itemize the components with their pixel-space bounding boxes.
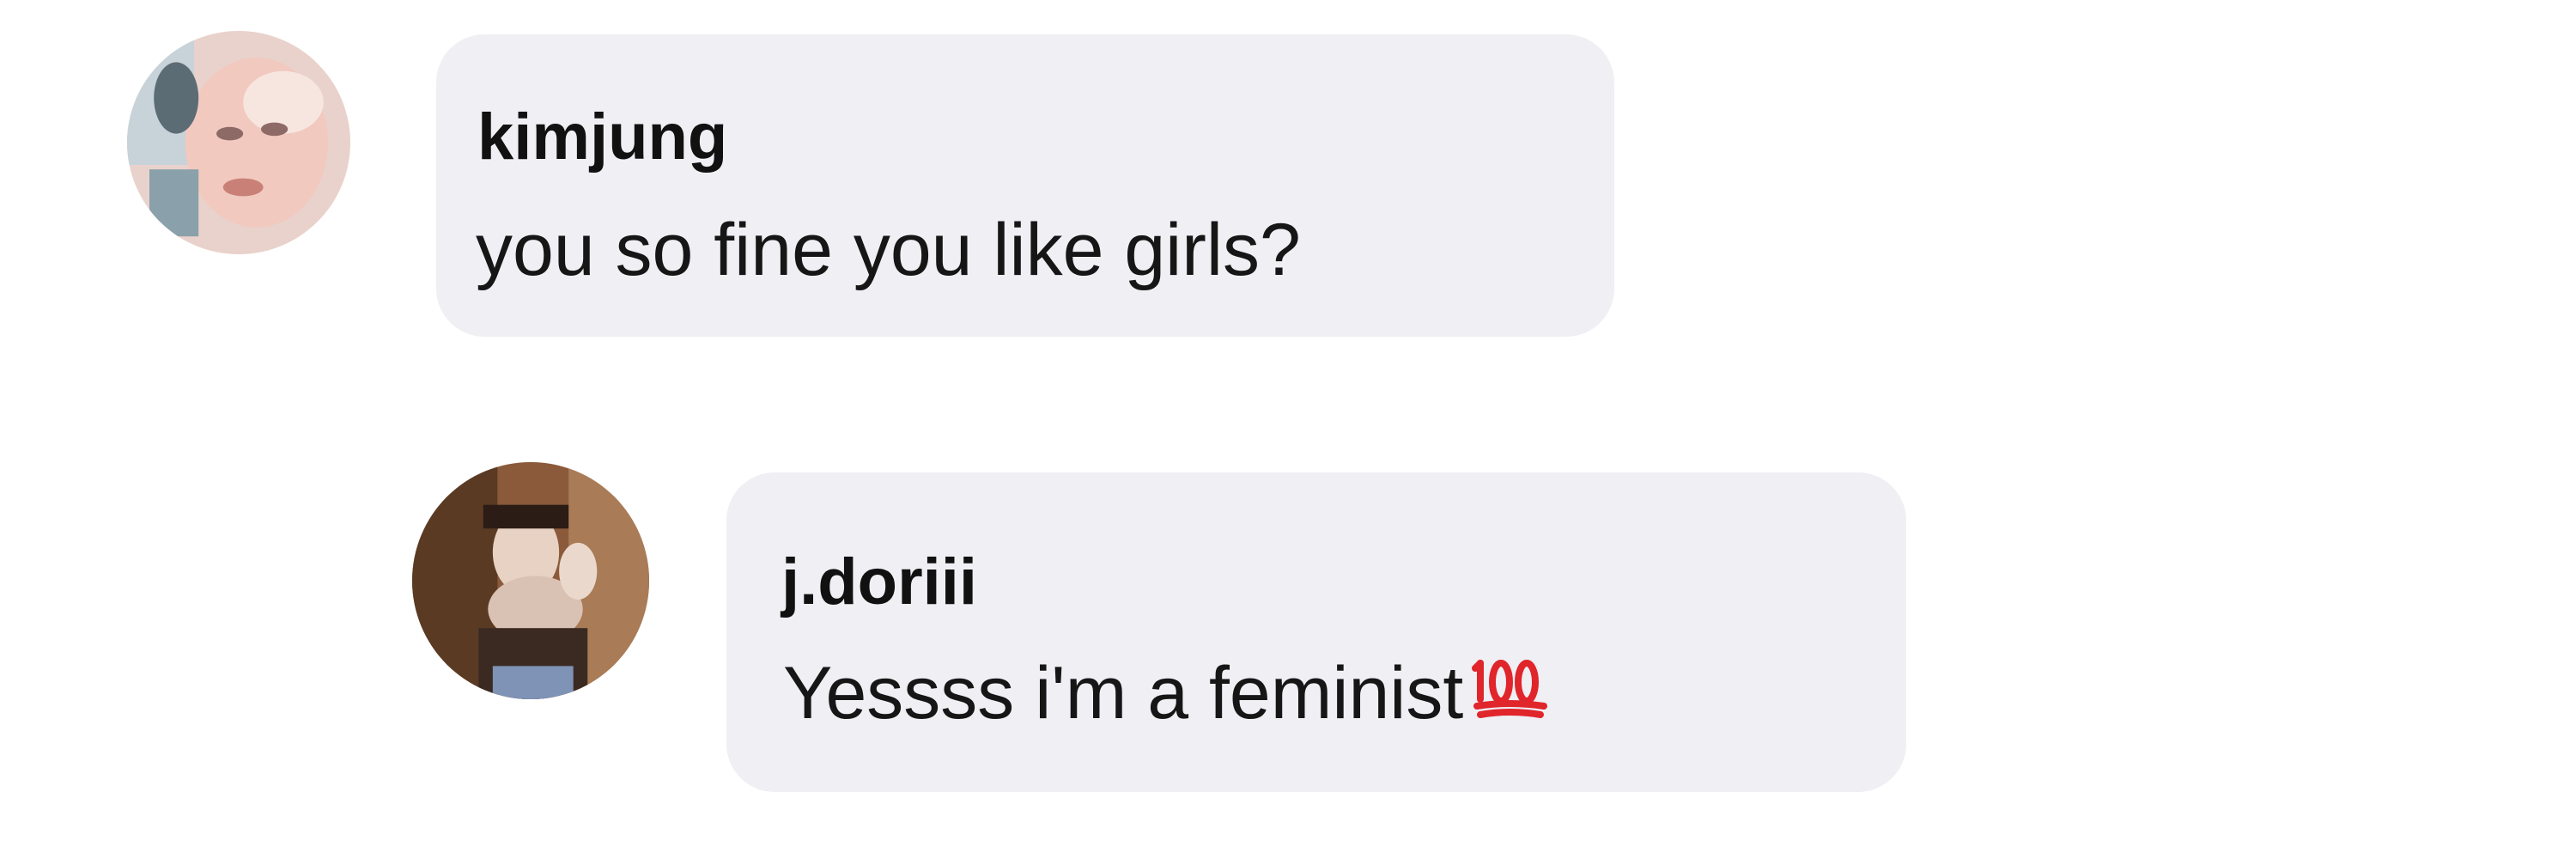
comment-bubble (436, 34, 1614, 337)
profile-photo-avatar-icon (127, 31, 350, 254)
comment-text: Yessss i'm a feminist (783, 652, 1464, 734)
comment-thread: kimjung you so fine you like girls? j.do… (0, 0, 2576, 859)
comment-username[interactable]: kimjung (477, 105, 727, 170)
avatar[interactable] (127, 31, 350, 254)
profile-photo-avatar-icon (412, 462, 649, 699)
comment-text: you so fine you like girls? (476, 209, 1301, 291)
avatar[interactable] (412, 462, 649, 699)
hundred-points-icon (1472, 655, 1548, 730)
comment-text-row: Yessss i'm a feminist (783, 655, 1548, 730)
comment-bubble (726, 472, 1906, 792)
comment-username[interactable]: j.doriii (781, 550, 977, 615)
